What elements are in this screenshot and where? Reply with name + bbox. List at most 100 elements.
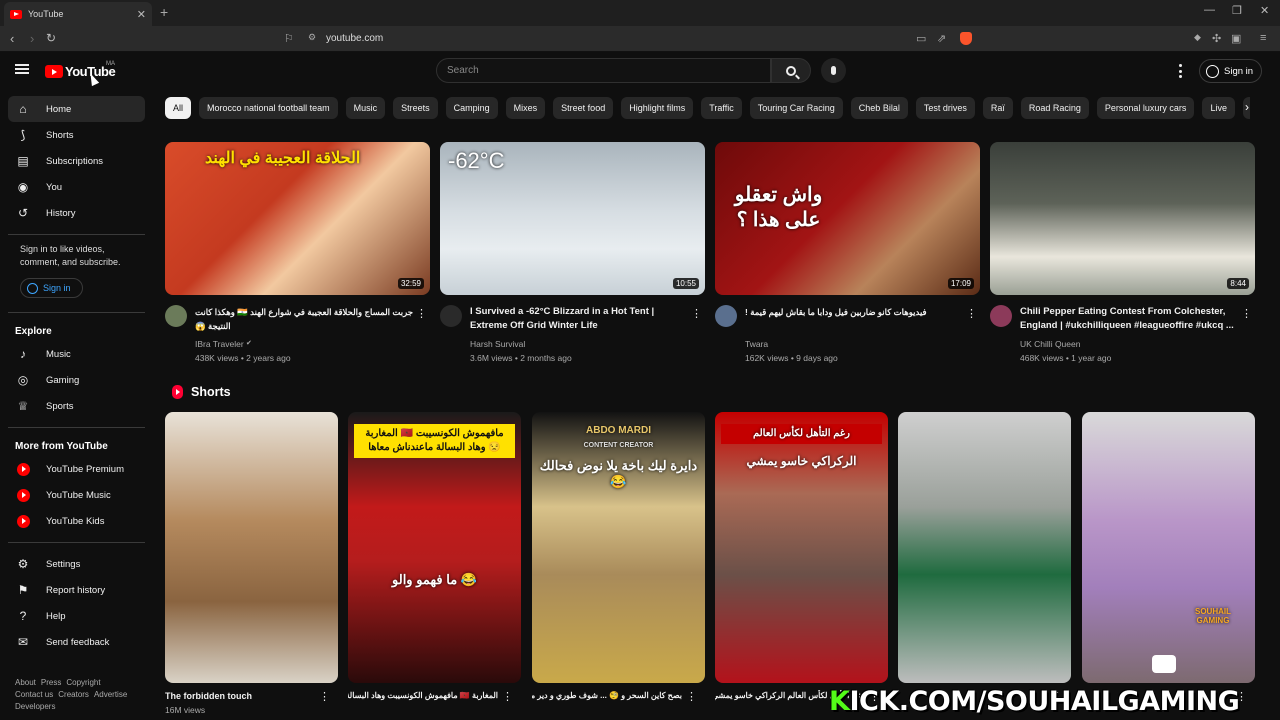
brave-shield-icon[interactable] [960, 32, 972, 45]
chip-camping[interactable]: Camping [445, 97, 498, 119]
channel-avatar[interactable] [440, 305, 462, 327]
short-card[interactable]: المغاربة 🇲🇦 مافهموش الكونسيبت وهاد البسا… [348, 412, 521, 703]
short-thumbnail[interactable] [165, 412, 338, 683]
chip-streets[interactable]: Streets [393, 97, 438, 119]
sidebar-item-youtube-music[interactable]: YouTube Music [8, 482, 145, 508]
back-icon[interactable]: ‹ [10, 31, 14, 46]
footer-link[interactable]: Contact us [15, 690, 53, 699]
video-thumbnail[interactable]: -62°C 10:55 [440, 142, 705, 295]
reload-icon[interactable]: ↻ [46, 31, 56, 45]
chip-highlight-films[interactable]: Highlight films [621, 97, 694, 119]
video-title[interactable]: I Survived a -62°C Blizzard in a Hot Ten… [470, 305, 690, 333]
video-thumbnail[interactable]: 8:44 [990, 142, 1255, 295]
chip-all[interactable]: All [165, 97, 192, 119]
sidebar-toggle-icon[interactable]: ▣ [1231, 32, 1241, 45]
footer-link[interactable]: Copyright [66, 678, 100, 687]
chip-cheb-bilal[interactable]: Cheb Bilal [850, 97, 908, 119]
chip-personal-luxury-cars[interactable]: Personal luxury cars [1096, 97, 1195, 119]
video-title[interactable]: Chili Pepper Eating Contest From Colches… [1020, 305, 1240, 333]
settings-kebab-icon[interactable] [1179, 64, 1183, 78]
video-thumbnail[interactable]: واش تعقلو على هذا ؟ 17:09 [715, 142, 980, 295]
chip-street-food[interactable]: Street food [553, 97, 614, 119]
sidebar-item-home[interactable]: ⌂ Home [8, 96, 145, 122]
short-card[interactable]: ⋮ [898, 412, 1071, 703]
sidebar-signin-button[interactable]: Sign in [20, 278, 83, 298]
short-thumbnail[interactable] [898, 412, 1071, 683]
footer-link[interactable]: Press [41, 678, 61, 687]
short-title[interactable]: بصح كاين السحر و 🧐 ... شوف طوري و دير مع… [532, 690, 682, 702]
new-tab-icon[interactable]: + [160, 4, 168, 20]
more-actions-icon[interactable]: ⋮ [686, 690, 697, 703]
youtube-logo[interactable]: YouTube MA [45, 61, 116, 79]
chip-music[interactable]: Music [345, 97, 386, 119]
wallet-icon[interactable]: ◆ [1194, 32, 1201, 43]
browser-tab[interactable]: YouTube ✕ [4, 2, 152, 26]
chip-traffic[interactable]: Traffic [701, 97, 742, 119]
menu-icon[interactable]: ≡ [1260, 32, 1266, 44]
channel-name[interactable]: IBra Traveler [195, 339, 244, 349]
sidebar-item-report-history[interactable]: ⚑ Report history [8, 577, 145, 603]
guide-menu-icon[interactable] [15, 64, 29, 74]
more-actions-icon[interactable]: ⋮ [691, 307, 702, 320]
channel-avatar[interactable] [990, 305, 1012, 327]
forward-icon[interactable]: › [30, 31, 34, 46]
more-actions-icon[interactable]: ⋮ [319, 690, 330, 703]
short-thumbnail[interactable]: ABDO MARDI CONTENT CREATOR دايرة ليك باخة … [532, 412, 705, 683]
sidebar-item-youtube-kids[interactable]: YouTube Kids [8, 508, 145, 534]
signin-button[interactable]: Sign in [1199, 59, 1262, 83]
more-actions-icon[interactable]: ⋮ [416, 307, 427, 320]
sidebar-item-send-feedback[interactable]: ✉ Send feedback [8, 629, 145, 655]
short-title[interactable]: المغاربة 🇲🇦 مافهموش الكونسيبت وهاد البسا… [348, 690, 498, 702]
chip-road-racing[interactable]: Road Racing [1020, 97, 1089, 119]
url-field[interactable]: youtube.com [326, 33, 383, 44]
voice-search-icon[interactable] [821, 58, 846, 83]
bookmark-icon[interactable]: ⚐ [284, 32, 294, 45]
sidebar-item-settings[interactable]: ⚙ Settings [8, 551, 145, 577]
sidebar-item-history[interactable]: ↺ History [8, 200, 145, 226]
sidebar-item-you[interactable]: ◉ You [8, 174, 145, 200]
chip-morocco-national-football-team[interactable]: Morocco national football team [199, 97, 338, 119]
search-input[interactable] [447, 65, 760, 76]
chip-mixes[interactable]: Mixes [505, 97, 546, 119]
video-card[interactable]: -62°C 10:55 I Survived a -62°C Blizzard in… [440, 142, 705, 365]
short-card[interactable]: The forbidden touch 16M views ⋮ [165, 412, 338, 715]
short-card[interactable]: SOUHAIL GAMING ⋮ [1082, 412, 1255, 703]
sidebar-item-music[interactable]: ♪ Music [8, 341, 145, 367]
extensions-icon[interactable]: ✣ [1212, 32, 1221, 45]
more-actions-icon[interactable]: ⋮ [502, 690, 513, 703]
video-title[interactable]: جربت المساج والحلاقة العجيبة في شوارع ال… [195, 305, 415, 333]
sidebar-item-gaming[interactable]: ◎ Gaming [8, 367, 145, 393]
sidebar-item-shorts[interactable]: ⟆ Shorts [8, 122, 145, 148]
maximize-icon[interactable]: ❐ [1232, 4, 1242, 17]
video-title[interactable]: فيديوهات كانو ضاربين فيل ودابا ما بقاش ل… [745, 305, 965, 319]
channel-name[interactable]: Twara [745, 339, 768, 349]
video-card[interactable]: 8:44 Chili Pepper Eating Contest From Col… [990, 142, 1255, 365]
channel-name[interactable]: UK Chilli Queen [1020, 339, 1080, 349]
chip-live[interactable]: Live [1202, 97, 1235, 119]
channel-name[interactable]: Harsh Survival [470, 339, 525, 349]
video-card[interactable]: الحلاقة العجيبة في الهند 32:59 جربت المساج… [165, 142, 430, 365]
search-button[interactable] [771, 58, 811, 83]
chip-test-drives[interactable]: Test drives [915, 97, 975, 119]
site-info-icon[interactable]: ⚙ [308, 32, 316, 43]
chevron-right-icon[interactable]: › [1245, 100, 1249, 114]
video-thumbnail[interactable]: الحلاقة العجيبة في الهند 32:59 [165, 142, 430, 295]
short-thumbnail[interactable]: المغاربة 🇲🇦 مافهموش الكونسيبت وهاد البسا… [348, 412, 521, 683]
short-title[interactable]: The forbidden touch [165, 690, 315, 702]
sidebar-item-youtube-premium[interactable]: YouTube Premium [8, 456, 145, 482]
short-card[interactable]: ABDO MARDI CONTENT CREATOR دايرة ليك باخة … [532, 412, 705, 703]
more-actions-icon[interactable]: ⋮ [966, 307, 977, 320]
short-thumbnail[interactable]: SOUHAIL GAMING [1082, 412, 1255, 683]
sidebar-item-sports[interactable]: ♕ Sports [8, 393, 145, 419]
short-thumbnail[interactable]: رغم التأهل لكأس العالم الركراكي خاسو يمشي [715, 412, 888, 683]
video-card[interactable]: واش تعقلو على هذا ؟ 17:09 فيديوهات كانو ضا… [715, 142, 980, 365]
channel-avatar[interactable] [715, 305, 737, 327]
short-card[interactable]: رغم التأهل لكأس العالم الركراكي خاسو يمشي… [715, 412, 888, 703]
sidebar-item-help[interactable]: ? Help [8, 603, 145, 629]
close-window-icon[interactable]: ✕ [1260, 4, 1269, 17]
chip-ra-[interactable]: Raï [982, 97, 1013, 119]
share-icon[interactable]: ⇗ [937, 32, 946, 45]
footer-link[interactable]: Advertise [94, 690, 127, 699]
minimize-icon[interactable]: — [1204, 4, 1215, 16]
footer-link[interactable]: About [15, 678, 36, 687]
